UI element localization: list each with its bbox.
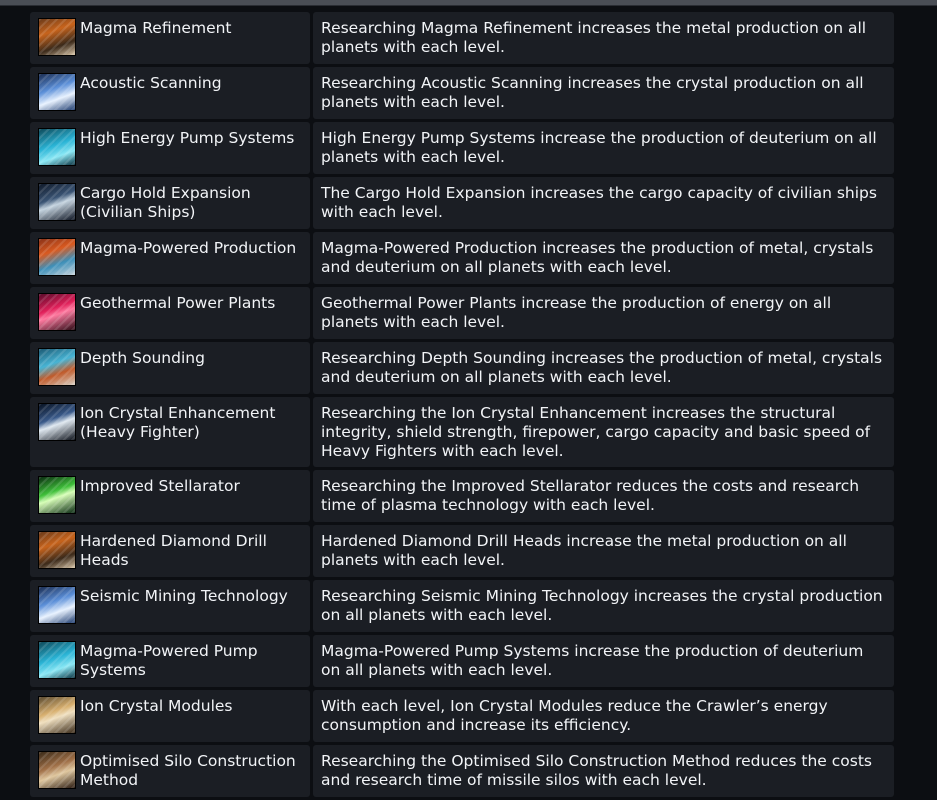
tech-name-cell: Depth Sounding <box>30 342 310 394</box>
tech-name-cell: Improved Stellarator <box>30 470 310 522</box>
table-row: Ion Crystal Modules With each level, Ion… <box>30 690 894 742</box>
table-row: Seismic Mining Technology Researching Se… <box>30 580 894 632</box>
tech-description: Researching Acoustic Scanning increases … <box>313 67 894 119</box>
heavy-fighter-icon[interactable] <box>38 403 76 441</box>
tech-name-cell: Hardened Diamond Drill Heads <box>30 525 310 577</box>
technology-table: Magma Refinement Researching Magma Refin… <box>27 9 897 800</box>
stellarator-icon[interactable] <box>38 476 76 514</box>
tech-name[interactable]: Geothermal Power Plants <box>80 293 275 313</box>
tech-name-cell: High Energy Pump Systems <box>30 122 310 174</box>
table-row: Improved Stellarator Researching the Imp… <box>30 470 894 522</box>
table-row: Magma Refinement Researching Magma Refin… <box>30 12 894 64</box>
geothermal-icon[interactable] <box>38 293 76 331</box>
tech-name[interactable]: Seismic Mining Technology <box>80 586 288 606</box>
crystal-icon[interactable] <box>38 586 76 624</box>
tech-name-cell: Magma-Powered Pump Systems <box>30 635 310 687</box>
tech-name-cell: Cargo Hold Expansion (Civilian Ships) <box>30 177 310 229</box>
tech-name-cell: Seismic Mining Technology <box>30 580 310 632</box>
metal-icon[interactable] <box>38 531 76 569</box>
tech-name[interactable]: Ion Crystal Enhancement (Heavy Fighter) <box>80 403 304 442</box>
tech-name-cell: Ion Crystal Modules <box>30 690 310 742</box>
crawler-icon[interactable] <box>38 696 76 734</box>
table-row: Magma-Powered Pump Systems Magma-Powered… <box>30 635 894 687</box>
table-row: Optimised Silo Construction Method Resea… <box>30 745 894 797</box>
tech-name-cell: Ion Crystal Enhancement (Heavy Fighter) <box>30 397 310 467</box>
table-row: Acoustic Scanning Researching Acoustic S… <box>30 67 894 119</box>
tech-description: Hardened Diamond Drill Heads increase th… <box>313 525 894 577</box>
tech-description: Researching Seismic Mining Technology in… <box>313 580 894 632</box>
tech-name[interactable]: Hardened Diamond Drill Heads <box>80 531 304 570</box>
tech-description: Magma-Powered Pump Systems increase the … <box>313 635 894 687</box>
tech-name[interactable]: Ion Crystal Modules <box>80 696 233 716</box>
magma-production-icon[interactable] <box>38 238 76 276</box>
deuterium-icon[interactable] <box>38 128 76 166</box>
tech-description: Researching the Optimised Silo Construct… <box>313 745 894 797</box>
tech-name[interactable]: Acoustic Scanning <box>80 73 222 93</box>
tech-name-cell: Optimised Silo Construction Method <box>30 745 310 797</box>
tech-name-cell: Magma Refinement <box>30 12 310 64</box>
table-row: Depth Sounding Researching Depth Soundin… <box>30 342 894 394</box>
tech-name[interactable]: Depth Sounding <box>80 348 205 368</box>
tech-name[interactable]: Magma Refinement <box>80 18 232 38</box>
table-row: Magma-Powered Production Magma-Powered P… <box>30 232 894 284</box>
tech-name-cell: Acoustic Scanning <box>30 67 310 119</box>
tech-description: Magma-Powered Production increases the p… <box>313 232 894 284</box>
tech-name[interactable]: Optimised Silo Construction Method <box>80 751 304 790</box>
tech-name[interactable]: Cargo Hold Expansion (Civilian Ships) <box>80 183 304 222</box>
deuterium-icon[interactable] <box>38 641 76 679</box>
tech-name[interactable]: Improved Stellarator <box>80 476 240 496</box>
table-row: Geothermal Power Plants Geothermal Power… <box>30 287 894 339</box>
tech-description: The Cargo Hold Expansion increases the c… <box>313 177 894 229</box>
metal-icon[interactable] <box>38 18 76 56</box>
table-row: High Energy Pump Systems High Energy Pum… <box>30 122 894 174</box>
crystal-icon[interactable] <box>38 73 76 111</box>
tech-description: Researching the Ion Crystal Enhancement … <box>313 397 894 467</box>
tech-name[interactable]: Magma-Powered Pump Systems <box>80 641 304 680</box>
tech-name-cell: Geothermal Power Plants <box>30 287 310 339</box>
tech-description: Researching the Improved Stellarator red… <box>313 470 894 522</box>
tech-name[interactable]: High Energy Pump Systems <box>80 128 294 148</box>
tech-name[interactable]: Magma-Powered Production <box>80 238 296 258</box>
depth-sounding-icon[interactable] <box>38 348 76 386</box>
silo-icon[interactable] <box>38 751 76 789</box>
tech-description: High Energy Pump Systems increase the pr… <box>313 122 894 174</box>
tech-description: Researching Depth Sounding increases the… <box>313 342 894 394</box>
table-row: Hardened Diamond Drill Heads Hardened Di… <box>30 525 894 577</box>
tech-description: Researching Magma Refinement increases t… <box>313 12 894 64</box>
ship-icon[interactable] <box>38 183 76 221</box>
tech-description: With each level, Ion Crystal Modules red… <box>313 690 894 742</box>
table-row: Ion Crystal Enhancement (Heavy Fighter) … <box>30 397 894 467</box>
tech-name-cell: Magma-Powered Production <box>30 232 310 284</box>
tech-description: Geothermal Power Plants increase the pro… <box>313 287 894 339</box>
window-top-divider <box>0 5 937 6</box>
table-row: Cargo Hold Expansion (Civilian Ships) Th… <box>30 177 894 229</box>
